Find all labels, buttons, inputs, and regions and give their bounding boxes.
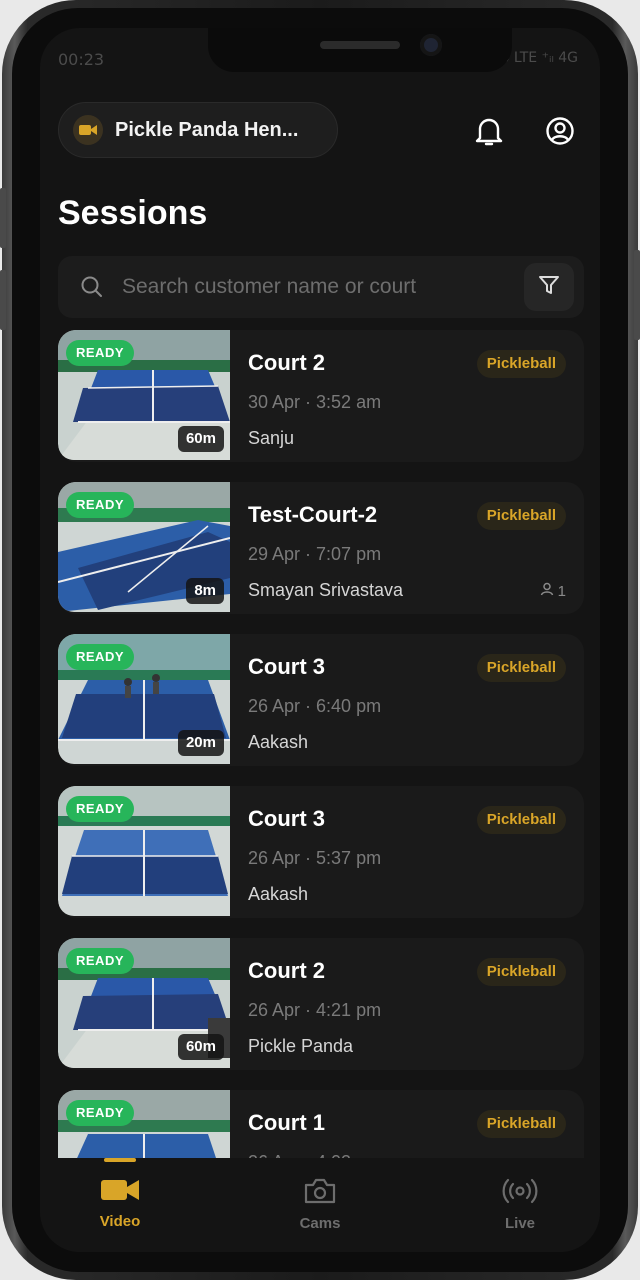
session-thumbnail: READY 20m bbox=[58, 634, 230, 764]
video-camera-icon bbox=[101, 1178, 139, 1207]
notch bbox=[208, 28, 512, 72]
court-name: Court 3 bbox=[248, 806, 325, 831]
search-input[interactable] bbox=[122, 266, 502, 308]
player-count-value: 1 bbox=[557, 582, 566, 600]
bell-icon[interactable] bbox=[474, 116, 504, 146]
sport-tag: Pickleball bbox=[476, 502, 566, 530]
duration-badge: 60m bbox=[177, 426, 224, 452]
session-card[interactable]: READY Court 3 Pickleball 26 Apr · 5:37 p… bbox=[58, 786, 584, 918]
search-bar bbox=[58, 256, 584, 318]
customer-name: Aakash bbox=[248, 884, 309, 904]
customer-name: Aakash bbox=[248, 732, 309, 752]
duration-badge: 20m bbox=[177, 730, 224, 756]
session-card[interactable]: READY 60m Court 2 Pickleball 30 Apr · 3:… bbox=[58, 330, 584, 462]
customer-name: Smayan Srivastava bbox=[248, 580, 404, 600]
nav-live[interactable]: Live bbox=[460, 1178, 580, 1232]
front-camera bbox=[420, 34, 442, 56]
session-thumbnail: READY 8m bbox=[58, 482, 230, 612]
volume-button bbox=[0, 188, 6, 248]
speaker bbox=[320, 41, 400, 49]
person-icon bbox=[540, 582, 554, 600]
session-date: 30 Apr · 3:52 am bbox=[248, 392, 382, 412]
session-thumbnail: READY bbox=[58, 786, 230, 916]
ready-badge: READY bbox=[66, 796, 135, 822]
session-date: 26 Apr · 6:40 pm bbox=[248, 696, 382, 716]
venue-selector[interactable]: Pickle Panda Hen... bbox=[58, 102, 338, 158]
session-thumbnail: READY 60m bbox=[58, 938, 230, 1068]
broadcast-icon bbox=[502, 1178, 538, 1209]
page-title: Sessions bbox=[58, 194, 208, 232]
customer-name: Pickle Panda bbox=[248, 1036, 354, 1056]
session-card[interactable]: READY 8m Test-Court-2 Pickleball 29 Apr … bbox=[58, 482, 584, 614]
nav-label: Video bbox=[99, 1213, 141, 1230]
ready-badge: READY bbox=[66, 340, 135, 366]
profile-icon[interactable] bbox=[545, 116, 575, 146]
ready-badge: READY bbox=[66, 948, 135, 974]
session-date: 29 Apr · 7:07 pm bbox=[248, 544, 382, 564]
filter-icon bbox=[538, 274, 560, 301]
venue-name: Pickle Panda Hen... bbox=[115, 118, 299, 141]
video-camera-icon bbox=[73, 115, 103, 145]
duration-badge: 8m bbox=[186, 578, 224, 604]
sport-tag: Pickleball bbox=[476, 806, 566, 834]
session-date: 26 Apr · 5:37 pm bbox=[248, 848, 382, 868]
court-name: Court 2 bbox=[248, 350, 325, 375]
filter-button[interactable] bbox=[524, 263, 574, 311]
court-name: Test-Court-2 bbox=[248, 502, 378, 527]
session-card[interactable]: READY 20m Court 3 Pickleball 26 Apr · 6:… bbox=[58, 634, 584, 766]
duration-badge: 60m bbox=[177, 1034, 224, 1060]
volume-button bbox=[0, 270, 6, 330]
search-icon bbox=[80, 275, 104, 304]
power-button bbox=[634, 250, 640, 340]
ready-badge: READY bbox=[66, 644, 135, 670]
sport-tag: Pickleball bbox=[476, 1110, 566, 1138]
ready-badge: READY bbox=[66, 492, 135, 518]
court-name: Court 3 bbox=[248, 654, 325, 679]
sport-tag: Pickleball bbox=[476, 958, 566, 986]
session-date: 26 Apr · 4:21 pm bbox=[248, 1000, 382, 1020]
customer-name: Sanju bbox=[248, 428, 295, 448]
status-time: 00:23 bbox=[58, 50, 105, 69]
nav-label: Live bbox=[504, 1215, 535, 1232]
session-thumbnail: READY 60m bbox=[58, 330, 230, 460]
ready-badge: READY bbox=[66, 1100, 135, 1126]
session-card[interactable]: READY 60m Court 2 Pickleball 26 Apr · 4:… bbox=[58, 938, 584, 1070]
court-name: Court 2 bbox=[248, 958, 325, 983]
nav-label: Cams bbox=[299, 1215, 341, 1232]
app-screen: 00:23 Vo LTE ⁺ᵢₗ 4G Pickle Panda Hen... … bbox=[40, 28, 600, 1252]
nav-cams[interactable]: Cams bbox=[260, 1178, 380, 1232]
sport-tag: Pickleball bbox=[476, 654, 566, 682]
active-tab-indicator bbox=[104, 1158, 136, 1162]
sport-tag: Pickleball bbox=[476, 350, 566, 378]
court-name: Court 1 bbox=[248, 1110, 325, 1135]
camera-icon bbox=[304, 1178, 336, 1209]
player-count: 1 bbox=[540, 582, 566, 600]
nav-video[interactable]: Video bbox=[60, 1178, 180, 1230]
bottom-nav: Video Cams Live bbox=[40, 1158, 600, 1252]
